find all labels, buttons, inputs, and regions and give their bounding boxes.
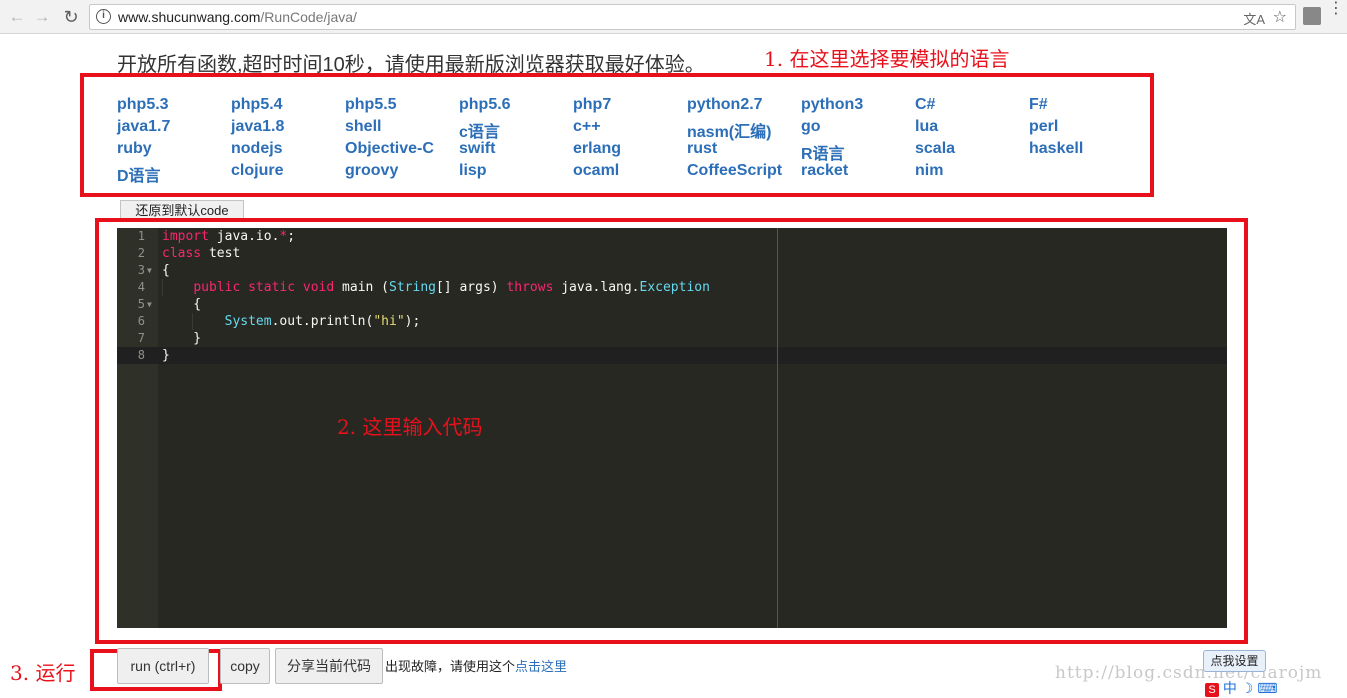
language-link[interactable]: C#	[915, 96, 935, 114]
language-link[interactable]: lua	[915, 118, 938, 136]
share-code-button[interactable]: 分享当前代码	[275, 648, 383, 684]
ime-moon-icon[interactable]: ☽	[1241, 680, 1254, 696]
line-number: 4	[137, 280, 145, 294]
language-link[interactable]: nim	[915, 162, 943, 180]
language-link[interactable]: php5.4	[231, 96, 283, 114]
language-link[interactable]: php5.6	[459, 96, 511, 114]
forward-icon[interactable]: →	[31, 6, 53, 28]
language-link[interactable]: java1.8	[231, 118, 284, 136]
language-link[interactable]: nodejs	[231, 140, 283, 158]
language-link[interactable]: go	[801, 118, 821, 136]
address-url[interactable]: www.shucunwang.com/RunCode/java/	[118, 9, 357, 25]
line-number: 8	[137, 348, 145, 362]
language-link[interactable]: haskell	[1029, 140, 1083, 158]
run-button[interactable]: run (ctrl+r)	[117, 648, 209, 684]
language-link[interactable]: php5.3	[117, 96, 169, 114]
line-number: 7	[137, 331, 145, 345]
language-link[interactable]: D语言	[117, 162, 161, 186]
language-link[interactable]: php7	[573, 96, 611, 114]
language-link[interactable]: swift	[459, 140, 495, 158]
line-number: 3	[137, 263, 145, 277]
language-link[interactable]: c++	[573, 118, 601, 136]
editor-active-line	[117, 347, 1227, 364]
language-link[interactable]: rust	[687, 140, 717, 158]
language-link[interactable]: clojure	[231, 162, 283, 180]
settings-button[interactable]: 点我设置	[1203, 650, 1266, 672]
annotation-step2: 2. 这里输入代码	[337, 415, 483, 439]
language-link[interactable]: racket	[801, 162, 848, 180]
copy-button[interactable]: copy	[220, 648, 270, 684]
language-link[interactable]: erlang	[573, 140, 621, 158]
line-number: 6	[137, 314, 145, 328]
line-number: 2	[137, 246, 145, 260]
ime-toolbar[interactable]: S 中 ☽ ⌨	[1205, 678, 1345, 697]
language-link[interactable]: Objective-C	[345, 140, 434, 158]
language-link[interactable]: python2.7	[687, 96, 763, 114]
address-bar[interactable]: i www.shucunwang.com/RunCode/java/ ⽂A ☆	[89, 4, 1296, 30]
language-link[interactable]: python3	[801, 96, 863, 114]
language-link[interactable]: scala	[915, 140, 955, 158]
language-link[interactable]: groovy	[345, 162, 398, 180]
fault-text: 出现故障，请使用这个点击这里	[385, 659, 568, 674]
code-editor[interactable]: 12345678 ▼ ▼ import java.io.*; class tes…	[117, 228, 1227, 628]
ime-keyboard-icon[interactable]: ⌨	[1257, 680, 1277, 696]
fault-link[interactable]: 点击这里	[515, 659, 567, 674]
line-number: 1	[137, 229, 145, 243]
fold-arrow-icon[interactable]: ▼	[147, 262, 152, 279]
info-icon[interactable]: i	[96, 9, 111, 24]
annotation-step1: 1. 在这里选择要模拟的语言	[764, 47, 1010, 71]
language-link[interactable]: shell	[345, 118, 381, 136]
language-link[interactable]: CoffeeScript	[687, 162, 782, 180]
extension-icon[interactable]	[1303, 7, 1321, 25]
language-link[interactable]: c语言	[459, 118, 500, 142]
translate-icon[interactable]: ⽂A	[1243, 9, 1265, 28]
language-link[interactable]: R语言	[801, 140, 845, 164]
star-icon[interactable]: ☆	[1273, 7, 1287, 27]
fold-arrow-icon[interactable]: ▼	[147, 296, 152, 313]
bottom-bar: 3. 运行 run (ctrl+r) copy 分享当前代码 出现故障，请使用这…	[0, 645, 1347, 697]
reload-icon[interactable]: ↻	[60, 6, 82, 28]
language-link[interactable]: ruby	[117, 140, 152, 158]
language-link[interactable]: lisp	[459, 162, 487, 180]
language-link[interactable]: php5.5	[345, 96, 397, 114]
back-icon[interactable]: ←	[6, 6, 28, 28]
editor-print-margin	[777, 228, 778, 628]
language-link[interactable]: F#	[1029, 96, 1048, 114]
line-number: 5	[137, 297, 145, 311]
annotation-step3: 3. 运行	[10, 661, 76, 685]
language-link[interactable]: nasm(汇编)	[687, 118, 771, 142]
menu-icon[interactable]: ⋮	[1328, 1, 1344, 17]
browser-toolbar: ← → ↻ i www.shucunwang.com/RunCode/java/…	[0, 0, 1347, 34]
ime-chinese-icon[interactable]: 中	[1223, 680, 1237, 696]
language-link[interactable]: perl	[1029, 118, 1058, 136]
language-link[interactable]: java1.7	[117, 118, 170, 136]
language-link[interactable]: ocaml	[573, 162, 619, 180]
